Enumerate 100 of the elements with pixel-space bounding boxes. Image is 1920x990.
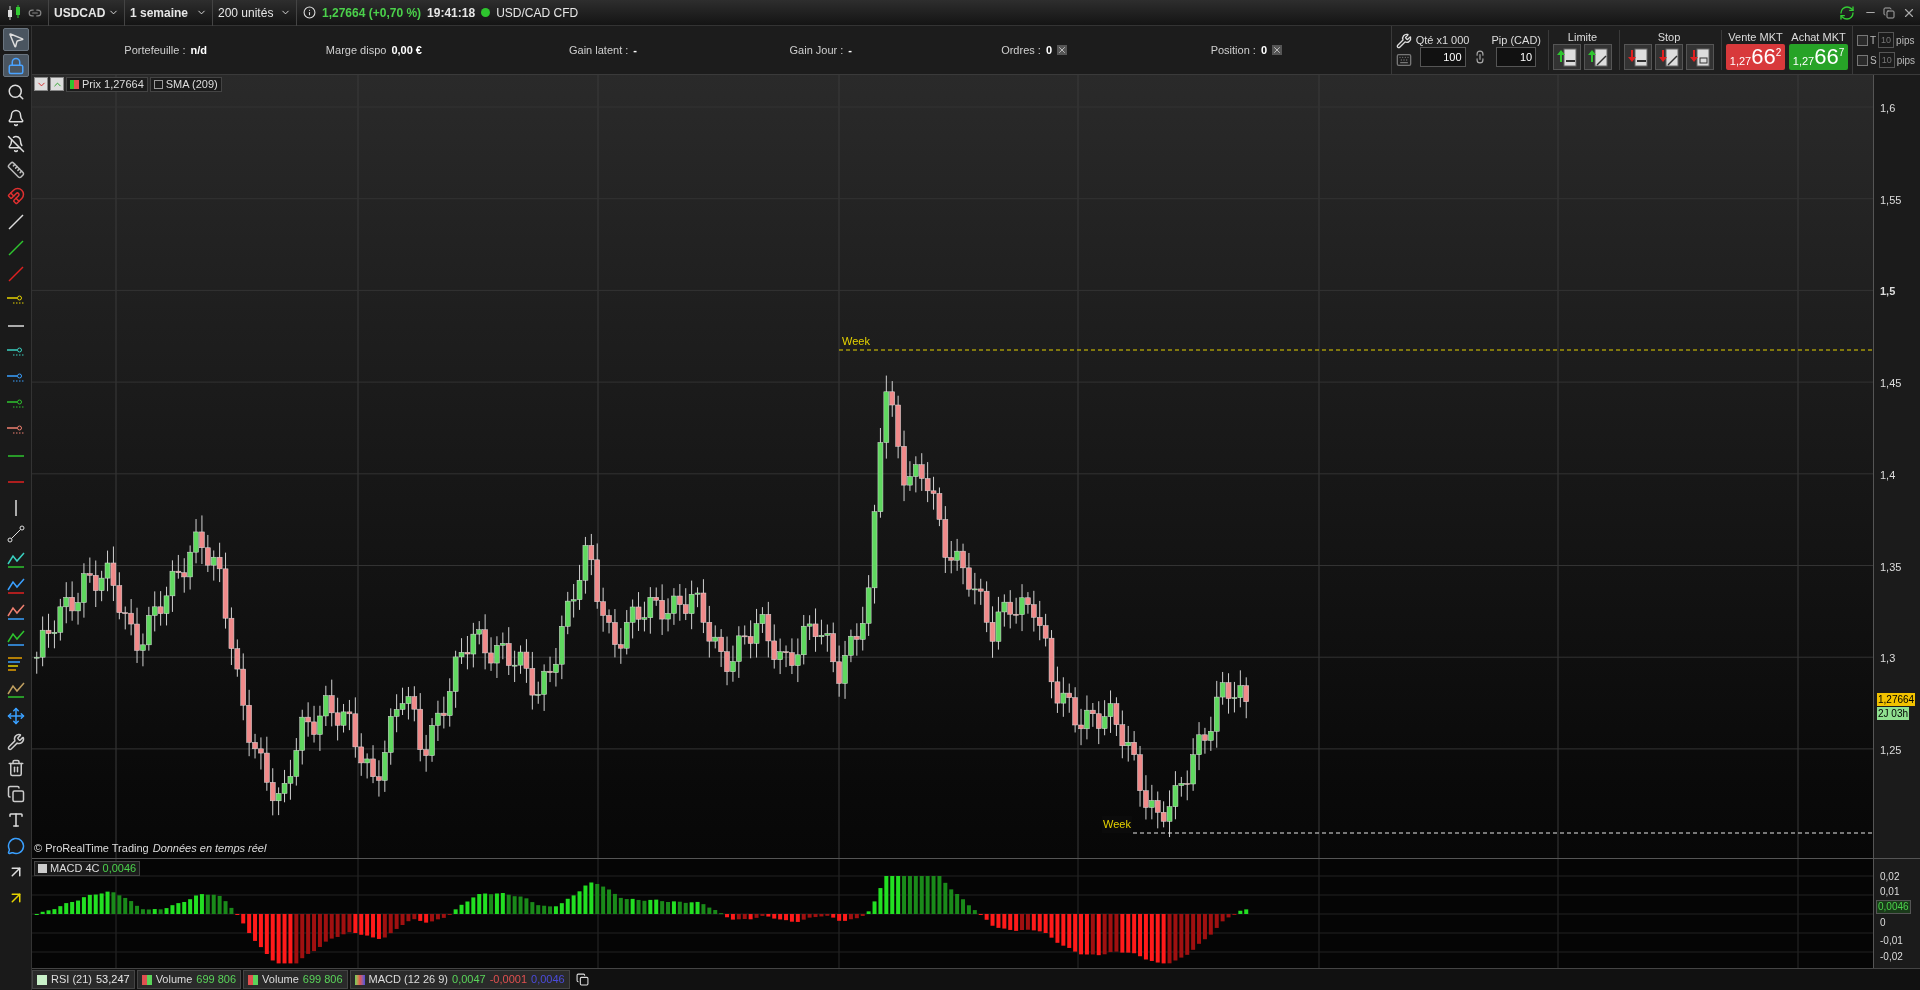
dropdown[interactable]: USDCAD — [48, 0, 124, 26]
lock-icon — [6, 56, 25, 75]
pips-unit: pips — [1896, 53, 1916, 68]
indicator-legend[interactable]: MACD 4C 0,0046 — [34, 861, 141, 876]
checkbox[interactable] — [1857, 54, 1868, 66]
clock-time: 19:41:18 — [427, 4, 476, 22]
account-value: 0 — [1260, 42, 1267, 58]
order-icon — [1587, 46, 1609, 68]
zoom-icon — [6, 82, 25, 101]
pips-field[interactable]: 10 — [1878, 52, 1895, 68]
bell-off-icon — [6, 134, 25, 153]
wrench-icon[interactable] — [1395, 32, 1412, 49]
account-value: - — [848, 42, 852, 58]
trash-icon — [6, 758, 25, 777]
axis-label: 1,3 — [1880, 651, 1896, 667]
horizontal-line-icon — [7, 425, 24, 434]
indicator-value: 53,247 — [95, 972, 130, 988]
account-label: Gain Jour : — [789, 42, 844, 58]
account-value: n/d — [190, 42, 207, 58]
indicator-tab[interactable]: MACD (12 26 9) 0,0047 -0,0001 0,0046 — [349, 970, 570, 989]
target-letter: T — [1870, 33, 1877, 48]
refresh-icon[interactable] — [1839, 4, 1855, 21]
indicator-value: 0,0047 — [452, 972, 486, 988]
limit-order-button[interactable] — [1584, 44, 1612, 70]
indicator-tab[interactable]: RSI (21) 53,247 — [32, 970, 135, 989]
dropdown[interactable]: 1 semaine — [124, 0, 212, 26]
indicator-legend[interactable]: SMA (209) — [149, 77, 222, 92]
current-value-tag: 0,0046 — [1876, 900, 1911, 914]
axis-label: 1,45 — [1880, 376, 1902, 392]
indicator-legend[interactable]: Prix 1,27664 — [66, 77, 148, 92]
segment-icon — [5, 523, 26, 544]
axis-label: 0 — [1880, 917, 1886, 928]
account-value: 0,00 € — [391, 42, 422, 58]
axis-label: 1,6 — [1880, 101, 1896, 116]
tool-button[interactable] — [2, 54, 29, 77]
swatch-icon — [141, 974, 152, 985]
axis-label: -0,01 — [1880, 935, 1903, 946]
speech-bubble-icon — [6, 836, 25, 855]
indicator-value: 699 806 — [302, 972, 343, 988]
order-icon — [1658, 46, 1680, 68]
week-label: Week — [842, 334, 870, 349]
axis-label: 1,35 — [1880, 559, 1902, 575]
horizontal-line-icon — [7, 373, 24, 382]
axis-label: 1,55 — [1880, 192, 1902, 208]
axis-label: 0,01 — [1880, 886, 1900, 897]
market-order-label: Achat MKT — [1791, 30, 1846, 44]
horizontal-line-icon — [7, 454, 24, 457]
horizontal-line-icon — [7, 324, 24, 327]
account-label: Marge dispo — [325, 42, 387, 58]
price-change: 1,27664 (+0,70 %) — [322, 4, 422, 22]
move-icon — [6, 706, 25, 725]
checkbox[interactable] — [1857, 34, 1868, 46]
copy-icon — [6, 784, 25, 803]
quantity-field[interactable]: 100 — [1419, 47, 1466, 67]
indicator-value: 0,0046 — [531, 972, 565, 988]
instrument-name: USD/CAD CFD — [496, 4, 579, 22]
account-label: Portefeuille : — [124, 42, 186, 58]
clear-icon[interactable] — [1057, 45, 1067, 55]
keyboard-icon[interactable] — [1395, 51, 1412, 68]
axis-label: 1,25 — [1880, 742, 1902, 758]
axis-label: 0,02 — [1880, 871, 1900, 882]
data-source-text: Données en temps réel — [152, 840, 267, 856]
info-icon[interactable] — [303, 6, 316, 19]
ruler-icon — [6, 160, 25, 179]
bell-icon — [6, 108, 25, 127]
collapse-icon[interactable] — [34, 77, 48, 91]
restore-icon[interactable] — [1883, 6, 1895, 19]
axis-label: 1,5 — [1880, 284, 1896, 300]
vertical-line-icon — [14, 499, 17, 516]
expand-icon[interactable] — [50, 77, 64, 91]
horizontal-line-icon — [7, 480, 24, 483]
stop-order-button[interactable] — [1655, 44, 1683, 70]
stop-order-button[interactable] — [1686, 44, 1714, 70]
order-icon — [1689, 46, 1711, 68]
horizontal-line-icon — [7, 295, 24, 304]
indicator-tab[interactable]: Volume 699 806 — [136, 970, 242, 989]
limit-label: Limite — [1567, 30, 1598, 44]
indicator-name: RSI (21) — [51, 972, 92, 988]
clear-icon[interactable] — [1272, 45, 1282, 55]
horizontal-line-icon — [7, 399, 24, 408]
axis-label: -0,02 — [1880, 951, 1903, 962]
limit-order-button[interactable] — [1553, 44, 1581, 70]
current-price-tag: 1,27664 — [1877, 693, 1916, 707]
tools-icon — [6, 732, 25, 751]
tool-button[interactable] — [2, 28, 29, 51]
stop-order-button[interactable] — [1624, 44, 1652, 70]
indicator-tab[interactable]: Volume 699 806 — [243, 970, 348, 989]
indicator-name: MACD (12 26 9) — [368, 972, 449, 988]
pip-field[interactable]: 10 — [1496, 47, 1537, 67]
indicator-value: -0,0001 — [489, 972, 527, 988]
horizontal-line-icon — [7, 347, 24, 356]
account-label: Gain latent : — [569, 42, 629, 58]
dropdown[interactable]: 200 unités — [212, 0, 296, 26]
market-order-label: Vente MKT — [1728, 30, 1783, 44]
pips-field[interactable]: 10 — [1878, 32, 1895, 48]
magnet-icon — [6, 186, 25, 205]
swatch-icon — [248, 974, 259, 985]
order-icon — [1556, 46, 1578, 68]
text-icon — [6, 810, 25, 829]
window-icon[interactable] — [575, 973, 589, 986]
